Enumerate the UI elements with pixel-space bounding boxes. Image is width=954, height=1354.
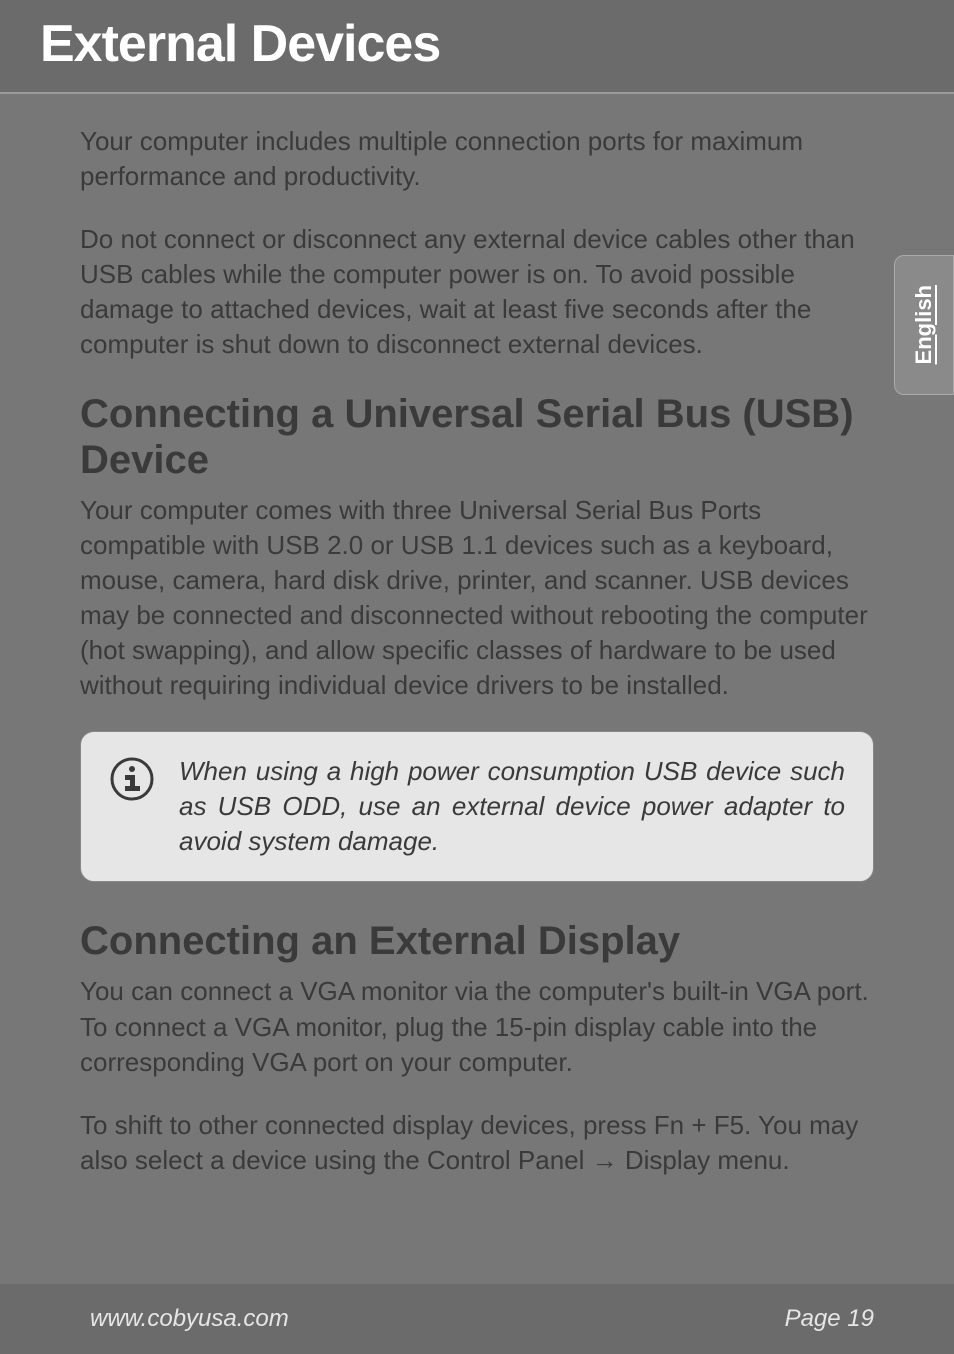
info-text: When using a high power consumption USB … — [179, 754, 845, 859]
language-tab: English — [894, 255, 954, 395]
footer: www.cobyusa.com Page 19 — [0, 1284, 954, 1354]
heading-usb: Connecting a Universal Serial Bus (USB) … — [80, 391, 874, 483]
page-title: External Devices — [40, 14, 954, 74]
paragraph-usb: Your computer comes with three Universal… — [80, 493, 874, 704]
paragraph-display-2-post: Display menu. — [618, 1145, 790, 1175]
paragraph-display-1: You can connect a VGA monitor via the co… — [80, 974, 874, 1079]
heading-display: Connecting an External Display — [80, 918, 874, 964]
info-box: When using a high power consumption USB … — [80, 731, 874, 882]
paragraph-display-2: To shift to other connected display devi… — [80, 1108, 874, 1178]
language-label: English — [911, 285, 937, 364]
arrow-icon: → — [592, 1145, 618, 1175]
page: External Devices English Your computer i… — [0, 0, 954, 1354]
intro-paragraph-2: Do not connect or disconnect any externa… — [80, 222, 874, 362]
footer-page-number: Page 19 — [785, 1305, 874, 1333]
intro-paragraph-1: Your computer includes multiple connecti… — [80, 124, 874, 194]
title-bar: External Devices — [0, 0, 954, 94]
content-area: Your computer includes multiple connecti… — [0, 94, 954, 1178]
info-icon — [109, 756, 155, 807]
footer-url: www.cobyusa.com — [90, 1305, 289, 1333]
